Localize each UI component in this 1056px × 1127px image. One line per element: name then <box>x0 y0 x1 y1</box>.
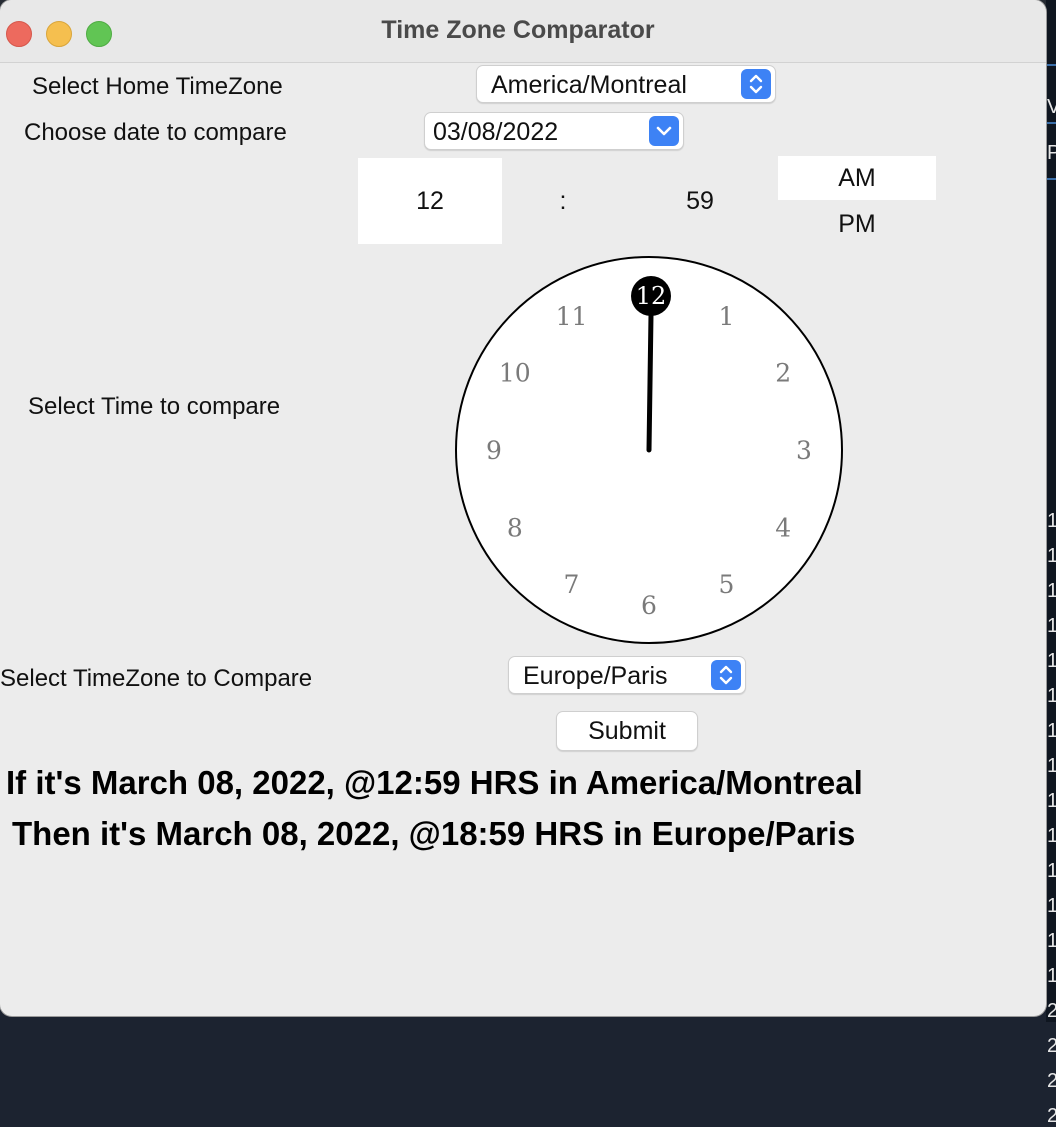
background-text: P <box>1047 142 1056 164</box>
home-timezone-label: Select Home TimeZone <box>32 73 283 100</box>
minute-field[interactable]: 59 <box>640 158 760 244</box>
background-text: 1 <box>1047 720 1056 742</box>
time-compare-label: Select Time to compare <box>28 393 281 420</box>
background-text: V <box>1047 96 1056 118</box>
selected-hour-label: 12 <box>636 282 667 310</box>
background-text: 1 <box>1047 545 1056 567</box>
clock-number[interactable]: 11 <box>556 302 588 331</box>
background-text: 1 <box>1047 510 1056 532</box>
title-bar: Time Zone Comparator <box>0 0 1046 63</box>
background-text: 1 <box>1047 580 1056 602</box>
clock-number[interactable]: 7 <box>564 570 580 599</box>
clock-number[interactable]: 1 <box>719 302 735 331</box>
submit-button[interactable]: Submit <box>556 711 698 751</box>
result-line-1: If it's March 08, 2022, @12:59 HRS in Am… <box>6 764 863 801</box>
background-text: 1 <box>1047 650 1056 672</box>
clock-number[interactable]: 8 <box>507 514 523 543</box>
compare-timezone-select[interactable]: Europe/Paris <box>508 656 746 694</box>
background-text: 1 <box>1047 895 1056 917</box>
clock-number[interactable]: 3 <box>796 436 812 465</box>
background-text: 1 <box>1047 615 1056 637</box>
window-title: Time Zone Comparator <box>381 16 655 44</box>
clock-number[interactable]: 9 <box>486 436 502 465</box>
background-text: 2 <box>1047 1000 1056 1022</box>
clock-number[interactable]: 2 <box>775 359 791 388</box>
clock-number[interactable]: 10 <box>499 359 531 388</box>
am-option[interactable]: AM <box>778 156 936 200</box>
compare-date-label: Choose date to compare <box>24 119 287 146</box>
home-timezone-select[interactable]: America/Montreal <box>476 65 776 103</box>
chevron-down-icon <box>649 116 679 146</box>
background-window-edge: V P 1 1 1 1 1 1 1 1 1 1 1 1 1 1 2 2 2 2 <box>1046 0 1056 1127</box>
clock-number[interactable]: 5 <box>719 570 735 599</box>
background-text: 1 <box>1047 755 1056 777</box>
background-text: 1 <box>1047 930 1056 952</box>
background-text: 1 <box>1047 825 1056 847</box>
compare-timezone-label: Select TimeZone to Compare <box>0 665 313 692</box>
up-down-arrows-icon <box>741 69 771 99</box>
compare-date-picker[interactable]: 03/08/2022 <box>424 112 684 150</box>
background-text: 1 <box>1047 965 1056 987</box>
hour-field[interactable]: 12 <box>358 158 502 244</box>
background-text: 2 <box>1047 1035 1056 1057</box>
time-separator: : <box>559 187 567 215</box>
compare-timezone-value: Europe/Paris <box>523 662 668 690</box>
background-text: 1 <box>1047 790 1056 812</box>
clock-face[interactable]: 1234567891011 12 <box>452 256 844 648</box>
background-text: 1 <box>1047 685 1056 707</box>
clock-number[interactable]: 4 <box>775 514 791 543</box>
up-down-arrows-icon <box>711 660 741 690</box>
background-divider <box>1046 64 1056 66</box>
background-text: 1 <box>1047 860 1056 882</box>
compare-date-value: 03/08/2022 <box>433 118 559 146</box>
background-divider <box>1046 122 1056 124</box>
pm-option[interactable]: PM <box>778 202 936 246</box>
clock-number[interactable]: 6 <box>641 591 657 620</box>
background-text: 2 <box>1047 1105 1056 1127</box>
background-divider <box>1046 178 1056 180</box>
app-window: Time Zone Comparator Select Home TimeZon… <box>0 0 1046 1016</box>
background-text: 2 <box>1047 1070 1056 1092</box>
clock-hand[interactable] <box>646 312 654 453</box>
home-timezone-value: America/Montreal <box>491 71 687 99</box>
result-line-2: Then it's March 08, 2022, @18:59 HRS in … <box>12 815 856 852</box>
